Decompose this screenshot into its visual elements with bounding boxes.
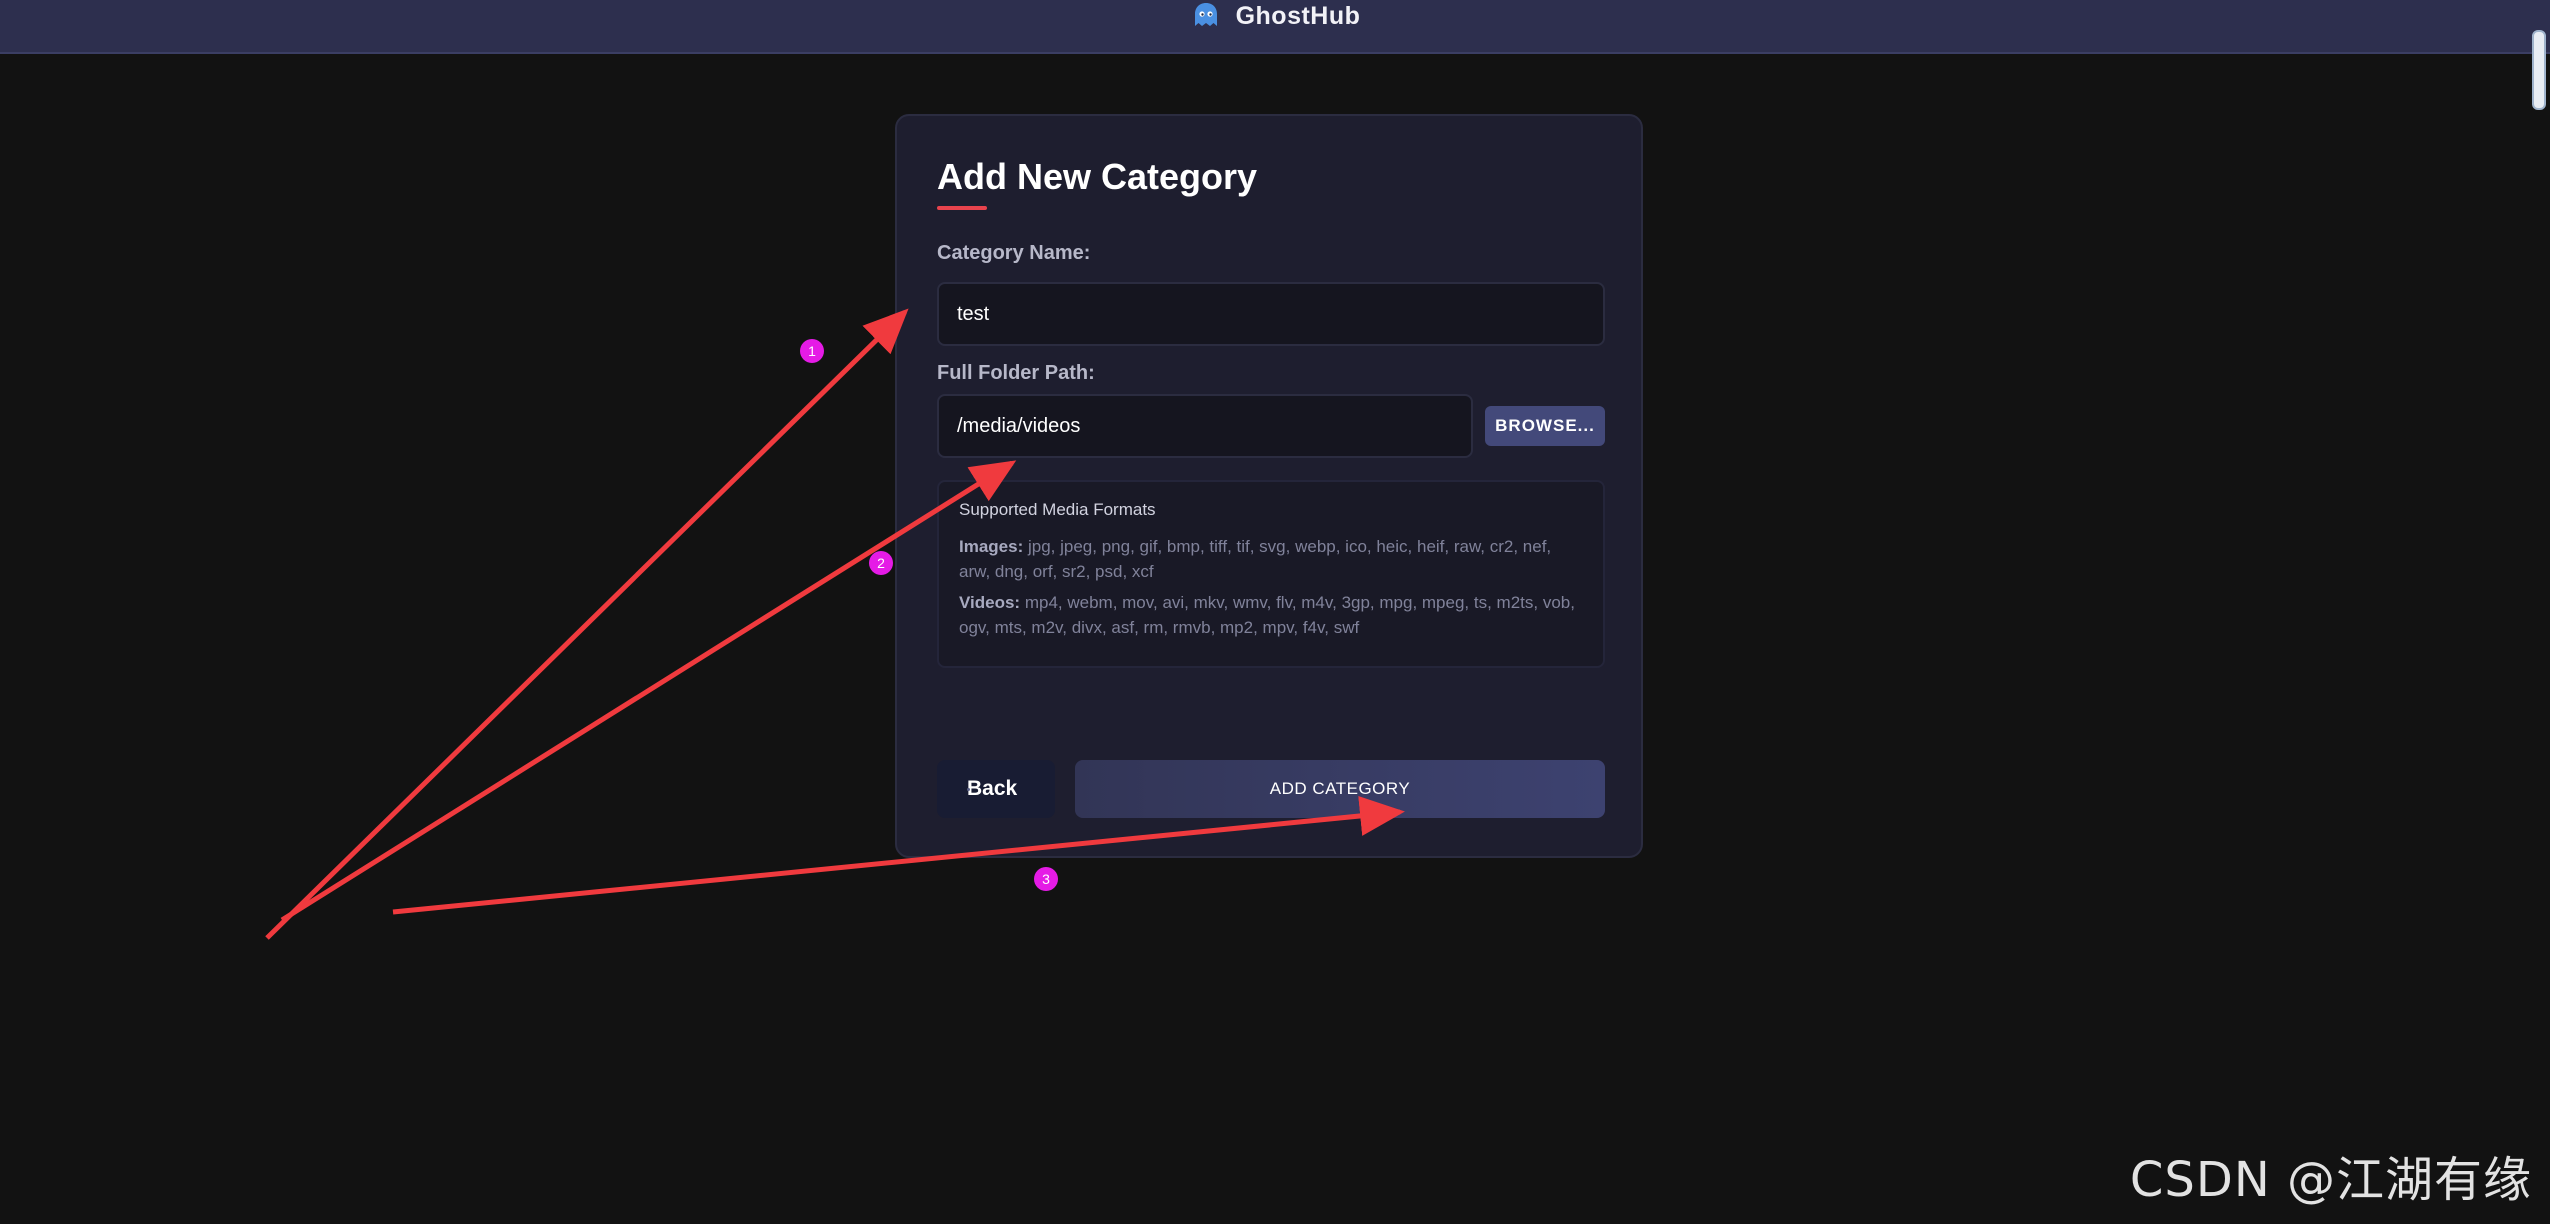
category-name-label: Category Name:	[937, 242, 1091, 264]
ghost-icon	[1194, 3, 1217, 26]
category-name-input[interactable]	[937, 282, 1605, 346]
folder-path-label: Full Folder Path:	[937, 362, 1095, 384]
supported-formats-title: Supported Media Formats	[959, 500, 1156, 519]
app-header: GhostHub	[0, 0, 2550, 54]
add-category-card: Add New Category Category Name: Full Fol…	[895, 114, 1643, 858]
video-formats-label: Videos:	[959, 593, 1021, 612]
folder-path-input[interactable]	[937, 394, 1473, 458]
page-title: Add New Category	[937, 156, 1258, 197]
annotation-badge-2: 2	[869, 551, 893, 575]
back-button[interactable]: Back	[937, 760, 1055, 818]
add-category-button[interactable]: ADD CATEGORY	[1075, 760, 1605, 818]
video-formats: Videos: mp4, webm, mov, avi, mkv, wmv, f…	[959, 590, 1583, 640]
watermark: CSDN @江湖有缘	[2129, 1152, 2532, 1208]
image-formats-list: jpg, jpeg, png, gif, bmp, tiff, tif, svg…	[959, 537, 1552, 581]
image-formats-label: Images:	[959, 537, 1024, 556]
video-formats-list: mp4, webm, mov, avi, mkv, wmv, flv, m4v,…	[959, 593, 1575, 637]
back-dot	[967, 788, 970, 791]
browse-button[interactable]: BROWSE...	[1485, 406, 1605, 446]
annotation-badge-3: 3	[1034, 867, 1058, 891]
scrollbar-thumb[interactable]	[2532, 30, 2546, 110]
page: GhostHub Add New Category Category Name:…	[0, 0, 2550, 1224]
annotation-arrow-1	[265, 308, 909, 940]
supported-formats-panel: Supported Media Formats Images: jpg, jpe…	[937, 480, 1605, 668]
annotation-badge-1: 1	[800, 339, 824, 363]
image-formats: Images: jpg, jpeg, png, gif, bmp, tiff, …	[959, 534, 1583, 584]
brand[interactable]: GhostHub	[1190, 0, 1361, 32]
back-button-label: Back	[967, 777, 1018, 800]
app-title: GhostHub	[1235, 1, 1361, 30]
title-underline	[937, 206, 987, 210]
